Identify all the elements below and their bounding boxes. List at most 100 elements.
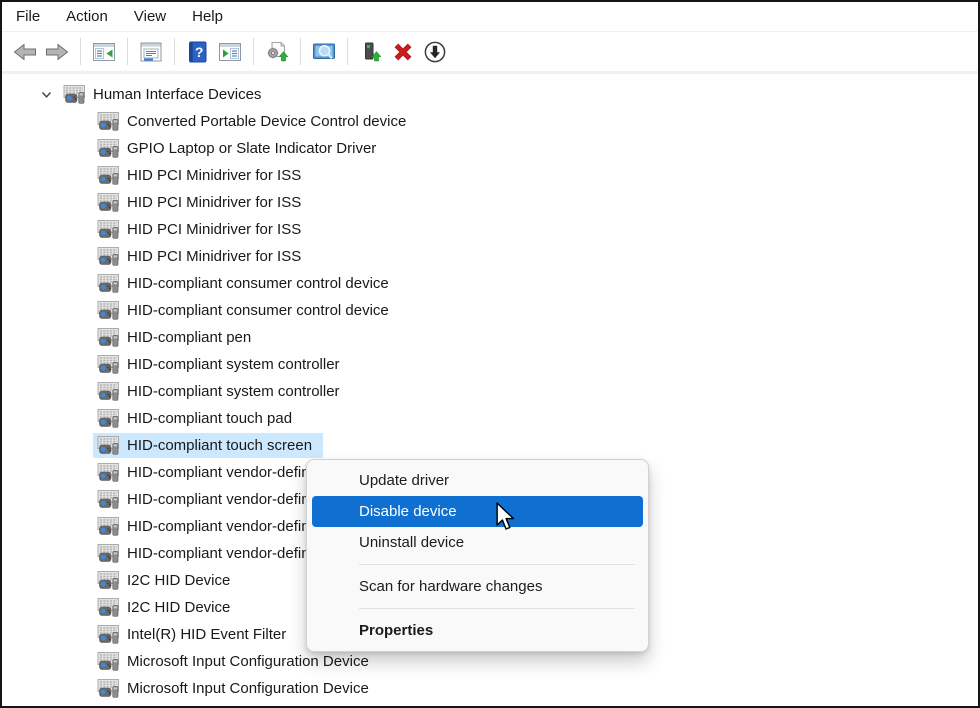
menu-help[interactable]: Help [179, 2, 236, 31]
device-row-highlight: HID-compliant consumer control device [93, 271, 400, 296]
device-tree-item[interactable]: HID-compliant touch screen [2, 432, 978, 459]
hid-device-icon [97, 382, 120, 401]
help-button[interactable]: ? [183, 37, 213, 67]
menu-item-uninstall-device[interactable]: Uninstall device [312, 527, 643, 558]
disable-device-button[interactable] [420, 37, 450, 67]
device-tree-item[interactable]: HID-compliant touch pad [2, 405, 978, 432]
svg-text:?: ? [195, 44, 204, 60]
show-console-tree-button[interactable] [89, 37, 119, 67]
menu-item-scan-hardware-changes[interactable]: Scan for hardware changes [312, 571, 643, 602]
device-row-highlight: HID-compliant touch pad [93, 406, 303, 431]
device-tree-item[interactable]: HID PCI Minidriver for ISS [2, 216, 978, 243]
menu-item-properties[interactable]: Properties [312, 615, 643, 646]
properties-icon [138, 39, 164, 65]
device-tree-item[interactable]: HID-compliant pen [2, 324, 978, 351]
menu-action[interactable]: Action [53, 2, 121, 31]
hid-device-icon [97, 436, 120, 455]
update-driver-icon [264, 39, 290, 65]
menu-file[interactable]: File [3, 2, 53, 31]
menu-view[interactable]: View [121, 2, 179, 31]
action-pane-icon [217, 39, 243, 65]
device-name: I2C HID Device [127, 568, 230, 593]
menu-item-disable-device[interactable]: Disable device [312, 496, 643, 527]
device-row-highlight: HID-compliant consumer control device [93, 298, 400, 323]
device-tree-item[interactable]: Microsoft Input Configuration Device [2, 648, 978, 675]
toolbar-separator [347, 38, 348, 65]
device-row-highlight: HID-compliant system controller [93, 352, 351, 377]
device-row-highlight: GPIO Laptop or Slate Indicator Driver [93, 136, 387, 161]
device-tree-item[interactable]: Microsoft Input Configuration Device [2, 675, 978, 702]
device-row-highlight: HID PCI Minidriver for ISS [93, 190, 312, 215]
update-device-driver-button[interactable] [356, 37, 386, 67]
hid-device-icon [97, 652, 120, 671]
device-row-highlight [93, 703, 138, 705]
device-manager-window: File Action View Help [0, 0, 980, 708]
category-label: Human Interface Devices [93, 82, 261, 107]
device-name: GPIO Laptop or Slate Indicator Driver [127, 136, 376, 161]
tree-node-human-interface-devices[interactable]: Human Interface Devices [2, 81, 978, 108]
device-name: HID-compliant system controller [127, 352, 340, 377]
hid-device-icon [97, 679, 120, 698]
menu-item-update-driver[interactable]: Update driver [312, 465, 643, 496]
context-menu: Update driver Disable device Uninstall d… [306, 459, 649, 652]
properties-button[interactable] [136, 37, 166, 67]
device-tree-item[interactable]: GPIO Laptop or Slate Indicator Driver [2, 135, 978, 162]
hid-device-icon [97, 220, 120, 239]
disable-arrow-icon [422, 39, 448, 65]
device-tree-item[interactable]: HID-compliant consumer control device [2, 297, 978, 324]
device-tree-item[interactable]: HID-compliant system controller [2, 378, 978, 405]
update-driver-button[interactable] [262, 37, 292, 67]
device-row-highlight: I2C HID Device [93, 568, 241, 593]
device-row-highlight: Microsoft Input Configuration Device [93, 676, 380, 701]
toolbar-separator [80, 38, 81, 65]
device-tree-item[interactable]: HID PCI Minidriver for ISS [2, 243, 978, 270]
device-row-highlight: Converted Portable Device Control device [93, 109, 417, 134]
hid-device-icon [97, 274, 120, 293]
hid-device-icon [97, 112, 120, 131]
toolbar: ? [2, 32, 978, 74]
device-tree-item[interactable]: HID-compliant consumer control device [2, 270, 978, 297]
menu-separator [359, 564, 635, 565]
device-row-highlight: HID PCI Minidriver for ISS [93, 217, 312, 242]
device-name: HID-compliant touch pad [127, 406, 292, 431]
device-row-highlight: HID-compliant touch screen [93, 433, 323, 458]
uninstall-device-button[interactable] [388, 37, 418, 67]
help-icon: ? [185, 39, 211, 65]
device-tree-item[interactable]: Converted Portable Device Control device [2, 108, 978, 135]
menu-separator [359, 608, 635, 609]
device-name: HID PCI Minidriver for ISS [127, 190, 301, 215]
device-name: HID-compliant system controller [127, 379, 340, 404]
device-tree-item[interactable]: HID-compliant system controller [2, 351, 978, 378]
device-name: HID PCI Minidriver for ISS [127, 244, 301, 269]
forward-button[interactable] [42, 37, 72, 67]
hid-device-icon [97, 544, 120, 563]
device-name: I2C HID Device [127, 595, 230, 620]
device-name: Intel(R) HID Event Filter [127, 622, 286, 647]
device-update-icon [358, 39, 384, 65]
hid-device-icon [97, 328, 120, 347]
toolbar-separator [174, 38, 175, 65]
forward-arrow-icon [44, 39, 70, 65]
hid-device-icon [97, 571, 120, 590]
console-tree-icon [91, 39, 117, 65]
device-row-highlight: Microsoft Input Configuration Device [93, 649, 380, 674]
hid-device-icon [97, 517, 120, 536]
device-tree-item[interactable]: HID PCI Minidriver for ISS [2, 189, 978, 216]
device-name: HID PCI Minidriver for ISS [127, 163, 301, 188]
chevron-expanded-icon[interactable] [39, 87, 54, 102]
device-name: Converted Portable Device Control device [127, 109, 406, 134]
hid-device-icon [97, 355, 120, 374]
toolbar-separator [300, 38, 301, 65]
hid-device-icon [97, 193, 120, 212]
device-tree-item[interactable] [2, 702, 978, 705]
back-button[interactable] [10, 37, 40, 67]
device-name: HID-compliant consumer control device [127, 271, 389, 296]
device-name: HID PCI Minidriver for ISS [127, 217, 301, 242]
toolbar-separator [127, 38, 128, 65]
device-tree-item[interactable]: HID PCI Minidriver for ISS [2, 162, 978, 189]
device-name: Microsoft Input Configuration Device [127, 649, 369, 674]
menu-bar: File Action View Help [2, 2, 978, 32]
show-action-pane-button[interactable] [215, 37, 245, 67]
scan-hardware-changes-button[interactable] [309, 37, 339, 67]
hid-device-icon [97, 247, 120, 266]
